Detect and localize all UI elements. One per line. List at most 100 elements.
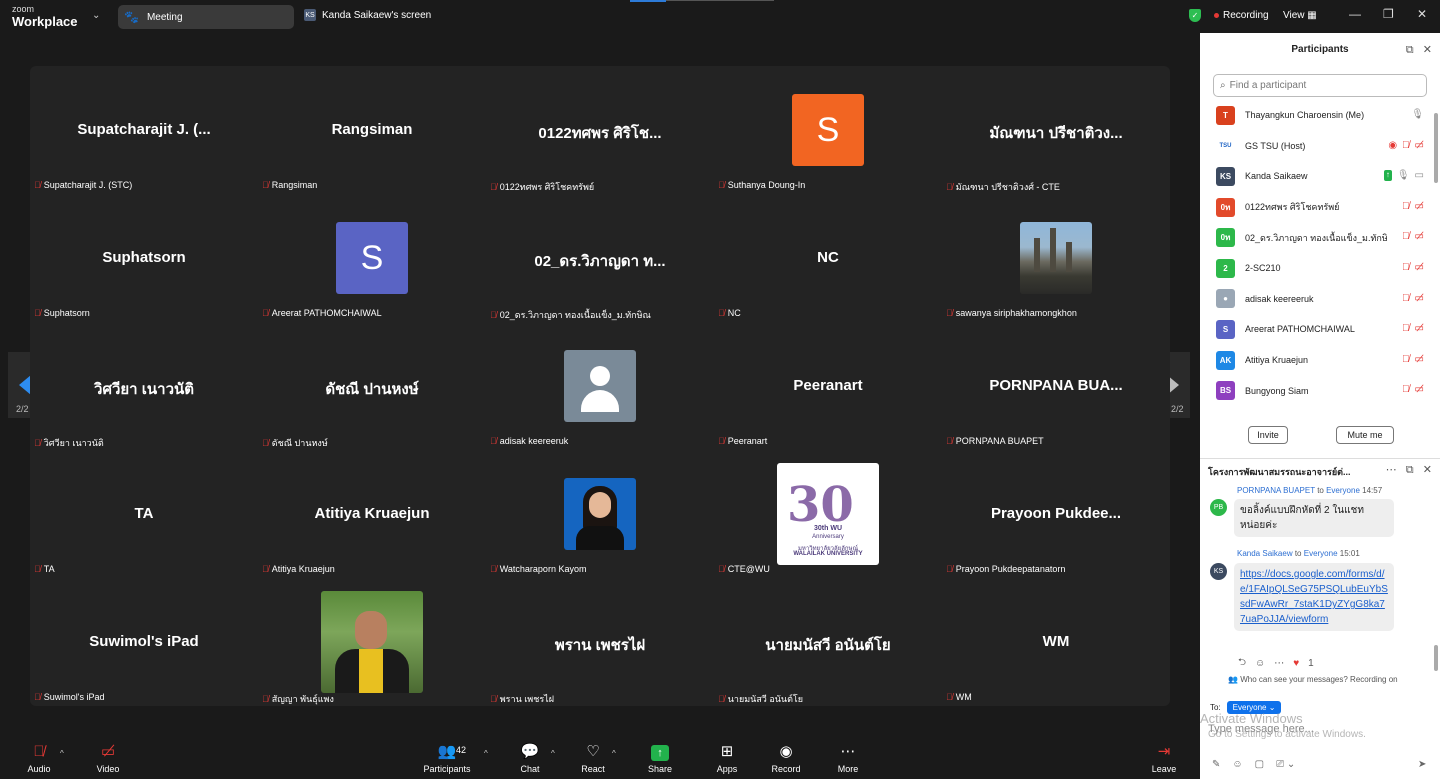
participant-tile[interactable]: นายมนัสวี อนันต์โย 🎙̸ นายมนัสวี อนันต์โย [714,578,942,706]
pop-out-icon[interactable]: ⧉ [1406,44,1414,56]
participant-tile[interactable]: Peeranart 🎙̸ Peeranart [714,322,942,450]
participant-tile[interactable]: PORNPANA BUA... 🎙̸ PORNPANA BUAPET [942,322,1170,450]
share-button[interactable]: ↑ Share [630,735,690,779]
participant-tile[interactable]: TA 🎙̸ TA [30,450,258,578]
video-off-icon[interactable]: ▭̸ [1415,384,1424,395]
format-icon[interactable]: ✎ [1212,759,1220,770]
emoji-icon[interactable]: ☺ [1232,759,1242,770]
participant-row[interactable]: S Areerat PATHOMCHAIWAL 🎙̸ ▭̸ [1200,314,1434,345]
emoji-icon[interactable]: ☺ [1255,658,1265,669]
participant-tile[interactable]: S 🎙̸ Areerat PATHOMCHAIWAL [258,194,486,322]
mic-icon[interactable]: 🎙 [1411,109,1424,120]
avatar: 2 [1216,258,1235,278]
participant-tile[interactable]: WM 🎙̸ WM [942,578,1170,706]
participant-row[interactable]: 2 2-SC210 🎙̸ ▭̸ [1200,253,1434,284]
participant-tile[interactable]: Atitiya Kruaejun 🎙̸ Atitiya Kruaejun [258,450,486,578]
close-icon[interactable]: ✕ [1423,44,1432,56]
video-icon[interactable]: ▭ [1415,170,1424,181]
participant-tile[interactable]: Suphatsorn 🎙̸ Suphatsorn [30,194,258,322]
form-link[interactable]: https://docs.google.com/forms/d/e/1FAIpQ… [1240,569,1388,625]
send-icon[interactable]: ➤ [1418,759,1426,770]
muted-mic-icon[interactable]: 🎙̸ [1402,293,1410,304]
video-off-icon[interactable]: ▭̸ [1415,293,1424,304]
muted-mic-icon[interactable]: 🎙̸ [1402,262,1410,273]
record-icon: ◉ [779,743,793,760]
more-button[interactable]: ⋯ More [818,735,878,779]
video-off-icon[interactable]: ▭̸ [1415,262,1424,273]
avatar: PB [1210,499,1227,516]
participant-row[interactable]: 0ท 0122ทศพร ศิริโชคทรัพย์ 🎙̸ ▭̸ [1200,192,1434,223]
recording-indicator[interactable]: Recording [1214,10,1269,21]
video-off-icon[interactable]: ▭̸ [1415,201,1424,212]
recording-notice[interactable]: 👥 Who can see your messages? Recording o… [1228,675,1398,684]
close-icon[interactable]: ✕ [1423,464,1432,476]
mute-me-button[interactable]: Mute me [1336,426,1394,444]
participant-row[interactable]: KS Kanda Saikaew ↑ 🎙 ▭ [1200,161,1434,192]
participant-tile[interactable]: Suwimol's iPad 🎙̸ Suwimol's iPad [30,578,258,706]
muted-mic-icon[interactable]: 🎙̸ [1402,201,1410,212]
participant-row[interactable]: TSU GS TSU (Host) ◉ 🎙̸ ▭̸ [1200,131,1434,162]
participant-tile[interactable]: Rangsiman 🎙̸ Rangsiman [258,66,486,194]
tab-shared-screen[interactable]: KS Kanda Saikaew's screen [304,9,431,21]
chevron-up-icon[interactable]: ^ [484,749,488,758]
encryption-shield-icon[interactable]: ✓ [1189,9,1201,22]
chevron-up-icon[interactable]: ^ [551,749,555,758]
chevron-up-icon[interactable]: ^ [612,749,616,758]
avatar: 0ท [1216,228,1235,248]
view-button[interactable]: View ▦ [1283,10,1317,21]
participant-tile[interactable]: วิศวียา เนาวนัติ 🎙̸ วิศวียา เนาวนัติ [30,322,258,450]
participant-tile[interactable]: 0122ทศพร ศิริโช... 🎙̸ 0122ทศพร ศิริโชคทรั… [486,66,714,194]
leave-button[interactable]: ⇥ Leave [1134,735,1194,779]
participant-tile[interactable]: Prayoon Pukdee... 🎙̸ Prayoon Pukdeepatana… [942,450,1170,578]
more-icon[interactable]: ⋯ [1386,464,1397,476]
chat-scrollbar[interactable] [1434,645,1438,671]
video-off-icon[interactable]: ▭̸ [1415,140,1424,151]
participant-row[interactable]: 0ท 02_ดร.วิภาญดา ทองเนื้อแข็ง_ม.ทักษิณ 🎙… [1200,222,1434,253]
more-icon[interactable]: ⋯ [1274,658,1284,669]
invite-button[interactable]: Invite [1248,426,1288,444]
apps-button[interactable]: ⊞ Apps [697,735,757,779]
restore-icon[interactable]: ❐ [1383,7,1394,21]
muted-mic-icon[interactable]: 🎙̸ [1402,384,1410,395]
muted-mic-icon[interactable]: 🎙̸ [1402,354,1410,365]
tab-meeting[interactable]: 🐾 Meeting [118,5,294,29]
participant-row[interactable]: BS Bungyong Siam 🎙̸ ▭̸ [1200,375,1434,406]
chevron-down-icon[interactable]: ⌄ [92,10,100,21]
chat-message: https://docs.google.com/forms/d/e/1FAIpQ… [1234,563,1394,631]
participant-tile[interactable]: 02_ดร.วิภาญดา ท... 🎙̸ 02_ดร.วิภาญดา ทองเน… [486,194,714,322]
windows-watermark: Go to Settings to activate Windows. [1208,729,1366,740]
participant-tile[interactable]: ดัชณี ปานหงษ์ 🎙̸ ดัชณี ปานหงษ์ [258,322,486,450]
participant-search-input[interactable]: ⌕ Find a participant [1213,74,1427,97]
pop-out-icon[interactable]: ⧉ [1406,464,1414,476]
zoom-workplace-logo[interactable]: zoom Workplace [12,5,78,29]
screenshot-icon[interactable]: ⎚ ⌄ [1276,759,1295,770]
file-icon[interactable]: ▢ [1255,759,1264,770]
chevron-up-icon[interactable]: ^ [60,749,64,758]
heart-reaction-icon[interactable]: ♥ [1293,658,1299,669]
participant-tile[interactable]: พราน เพชรไฝ 🎙̸ พราน เพชรไฝ [486,578,714,706]
video-button[interactable]: ▭̸ Video [78,735,138,779]
close-icon[interactable]: ✕ [1417,7,1427,21]
participant-tile[interactable]: มัณฑนา ปรีชาติวง... 🎙̸ มัณฑนา ปรีชาติวงศ์… [942,66,1170,194]
video-off-icon[interactable]: ▭̸ [1415,354,1424,365]
participant-tile[interactable]: NC 🎙̸ NC [714,194,942,322]
avatar: AK [1216,350,1235,370]
minimize-icon[interactable]: — [1349,7,1361,21]
participant-row[interactable]: AK Atitiya Kruaejun 🎙̸ ▭̸ [1200,345,1434,376]
participant-row[interactable]: T Thayangkun Charoensin (Me) 🎙 [1200,100,1434,131]
video-off-icon[interactable]: ▭̸ [1415,323,1424,334]
participant-list-scrollbar[interactable] [1434,113,1438,183]
participants-button[interactable]: 👥 42 Participants [417,735,477,779]
participant-tile[interactable]: 🎙̸ adisak keereeruk [486,322,714,450]
participant-tile[interactable]: S 🎙̸ Suthanya Doung-In [714,66,942,194]
participant-list: T Thayangkun Charoensin (Me) 🎙 TSU GS TS… [1200,100,1434,410]
record-button[interactable]: ◉ Record [756,735,816,779]
reply-icon[interactable]: ⮌ [1238,655,1246,672]
muted-mic-icon[interactable]: 🎙̸ [1402,323,1410,334]
participant-tile[interactable]: Supatcharajit J. (... 🎙̸ Supatcharajit J.… [30,66,258,194]
mic-icon[interactable]: 🎙 [1397,170,1410,181]
muted-mic-icon[interactable]: 🎙̸ [1402,140,1410,151]
participant-row[interactable]: ● adisak keereeruk 🎙̸ ▭̸ [1200,284,1434,315]
muted-mic-icon[interactable]: 🎙̸ [1402,231,1410,242]
video-off-icon[interactable]: ▭̸ [1415,231,1424,242]
